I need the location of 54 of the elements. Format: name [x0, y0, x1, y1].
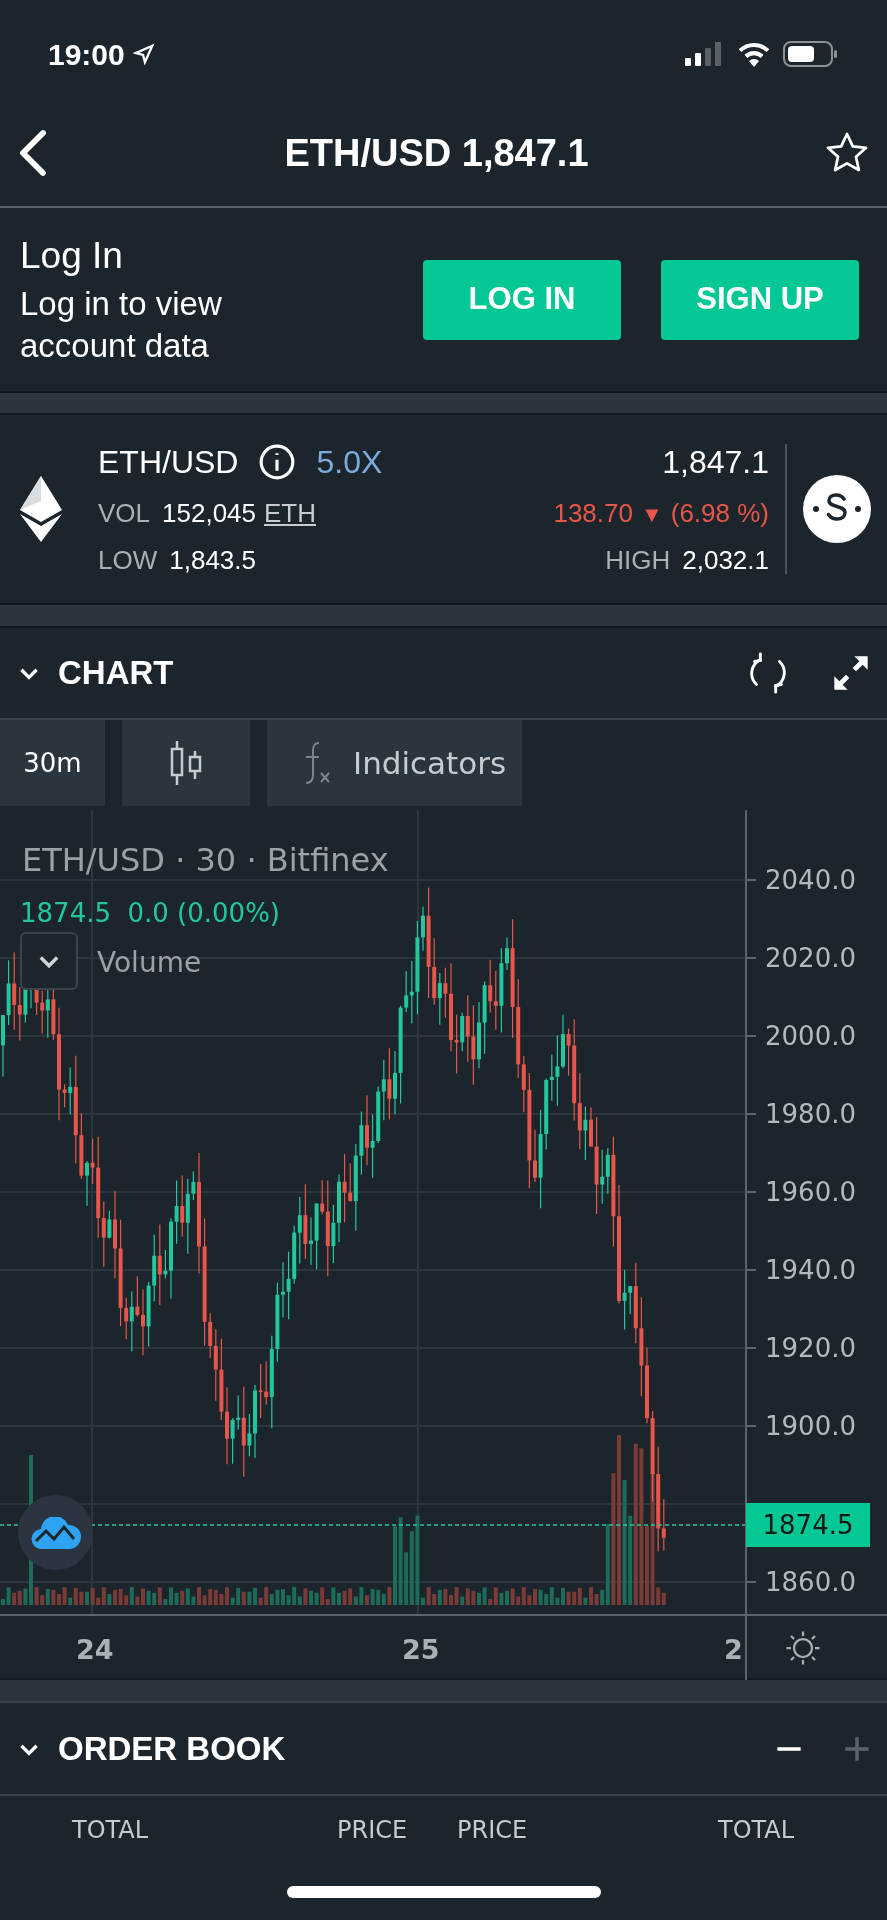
volume-unit-link[interactable]: ETH — [264, 494, 316, 533]
column-header: TOTAL — [718, 1818, 795, 1842]
chart-legend-title: ETH/USD · 30 · Bitfinex — [22, 840, 389, 881]
column-header: PRICE — [337, 1818, 408, 1842]
low-label: LOW — [98, 544, 158, 577]
price-axis-label: 1860.0 — [765, 1569, 856, 1595]
info-icon[interactable] — [258, 443, 297, 481]
status-time: 19:00 — [48, 36, 125, 73]
high-value: 2,032.1 — [682, 544, 769, 577]
price-axis-label: 2000.0 — [765, 1023, 856, 1049]
candles-icon — [169, 739, 203, 787]
volume-value: 152,045 — [162, 497, 256, 530]
time-axis-label: 24 — [76, 1633, 114, 1667]
pair-name: ETH/USD — [98, 443, 239, 482]
price-axis-label: 1920.0 — [765, 1335, 856, 1361]
column-header: TOTAL — [72, 1818, 149, 1842]
section-title: ORDER BOOK — [58, 1728, 286, 1769]
ethereum-icon — [20, 476, 62, 542]
change-percent: (6.98 %) — [670, 497, 769, 530]
chart-type-button[interactable] — [122, 720, 250, 806]
page-title: ETH/USD 1,847.1 — [284, 130, 589, 176]
price-axis-label: 1980.0 — [765, 1101, 856, 1127]
exchange-logo-icon[interactable] — [803, 475, 871, 543]
interval-button[interactable]: 30m — [0, 720, 105, 806]
price-axis-label: 2020.0 — [765, 945, 856, 971]
login-title: Log In — [20, 234, 124, 279]
low-value: 1,843.5 — [169, 544, 256, 577]
last-price-tag: 1874.5 — [746, 1503, 870, 1547]
wifi-icon — [737, 41, 771, 67]
cloud-chart-icon — [29, 1516, 82, 1549]
high-label: HIGH — [605, 544, 671, 577]
price-axis-label: 2040.0 — [765, 867, 856, 893]
time-axis-label: 2 — [724, 1633, 743, 1667]
price-axis-label: 1960.0 — [765, 1179, 856, 1205]
price-axis-label: 1940.0 — [765, 1257, 856, 1283]
chart-legend-values: 1874.5 0.0 (0.00%) — [20, 897, 280, 930]
change-arrow: ▼ — [640, 501, 663, 529]
volume-label: VOL — [98, 497, 151, 530]
login-message: Log in to view account data — [20, 284, 223, 366]
leverage-label: 5.0X — [316, 443, 383, 482]
price-axis-label: 1900.0 — [765, 1413, 856, 1439]
section-title: CHART — [58, 653, 174, 694]
brightness-icon[interactable] — [785, 1630, 821, 1666]
volume-indicator-label: Volume — [97, 945, 202, 981]
battery-icon — [783, 40, 839, 68]
location-arrow-icon — [132, 43, 155, 65]
last-price: 1,847.1 — [662, 443, 769, 482]
change-value: 138.70 — [553, 497, 633, 530]
plus-icon[interactable] — [843, 1734, 871, 1763]
indicators-button[interactable]: Indicators — [267, 720, 522, 806]
column-header: PRICE — [457, 1818, 528, 1842]
expand-icon[interactable] — [831, 653, 871, 693]
collapse-button[interactable] — [20, 932, 78, 990]
time-axis-label: 25 — [402, 1633, 440, 1667]
